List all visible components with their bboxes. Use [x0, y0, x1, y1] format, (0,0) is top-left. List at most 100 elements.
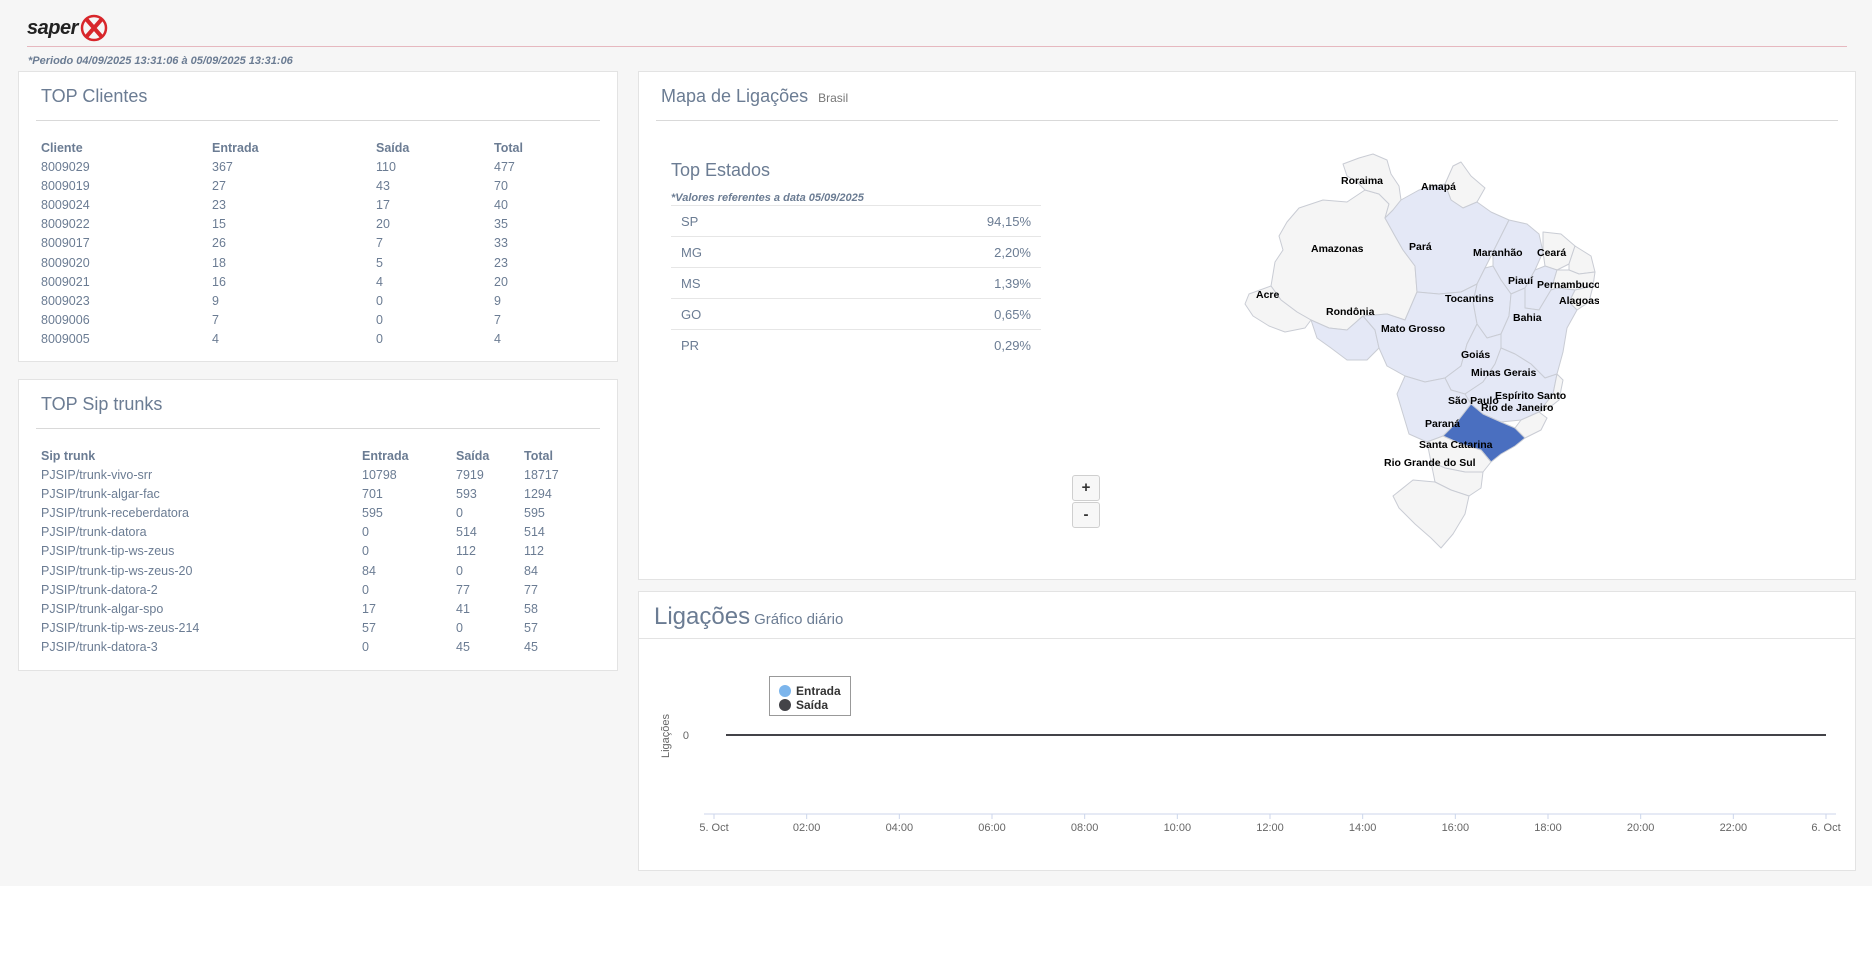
- legend-item-entrada[interactable]: Entrada: [779, 684, 841, 698]
- table-row: 8009020 18 5 23: [36, 253, 556, 272]
- top-clientes-title: TOP Clientes: [41, 86, 148, 106]
- table-cell: 8009019: [41, 178, 90, 193]
- table-cell: 4: [494, 332, 501, 347]
- x-tick-label: 6. Oct: [1811, 822, 1840, 834]
- table-row: PJSIP/trunk-algar-spo 17 41 58: [36, 599, 576, 618]
- table-cell: 23: [494, 255, 508, 270]
- table-cell: 23: [212, 197, 226, 212]
- mapa-subtitle: Brasil: [818, 91, 849, 105]
- table-cell: 84: [524, 563, 538, 578]
- table-cell: 112: [524, 544, 544, 559]
- legend-item-saida[interactable]: Saída: [779, 698, 828, 712]
- table-cell: 8009024: [41, 197, 90, 212]
- col-saida: Saída: [456, 448, 490, 463]
- estado-uf: GO: [681, 307, 702, 322]
- table-cell: PJSIP/trunk-tip-ws-zeus: [41, 544, 175, 559]
- x-tick-label: 08:00: [1071, 822, 1099, 834]
- legend-dot-entrada: [779, 685, 791, 697]
- table-cell: 1294: [524, 486, 552, 501]
- table-cell: 0: [362, 582, 369, 597]
- table-cell: 7: [376, 236, 383, 251]
- top-clientes-panel: TOP Clientes Cliente Entrada Saída Total…: [18, 71, 618, 362]
- map-label-mato-grosso: Mato Grosso: [1381, 323, 1445, 335]
- y-tick-label: 0: [683, 730, 689, 742]
- estado-pct: 0,65%: [994, 307, 1031, 322]
- table-row: PJSIP/trunk-datora 0 514 514: [36, 523, 576, 542]
- col-entrada: Entrada: [212, 140, 259, 155]
- chart-legend: Entrada Saída: [769, 676, 851, 716]
- zoom-out-button[interactable]: -: [1072, 502, 1100, 528]
- table-cell: 0: [456, 505, 463, 520]
- table-cell: 17: [362, 601, 376, 616]
- top-sip-body: PJSIP/trunk-vivo-srr 10798 7919 18717 PJSIP/…: [36, 465, 576, 657]
- map-label-maranhao: Maranhão: [1473, 247, 1523, 259]
- table-cell: 4: [212, 332, 219, 347]
- map-label-parana: Paraná: [1425, 418, 1460, 430]
- table-cell: 43: [376, 178, 390, 193]
- map-label-santa-catarina: Santa Catarina: [1419, 439, 1493, 451]
- legend-dot-saida: [779, 699, 791, 711]
- table-cell: 8009021: [41, 274, 90, 289]
- table-row: 8009023 9 0 9: [36, 291, 556, 310]
- ligacoes-subtitle: Gráfico diário: [754, 611, 844, 628]
- table-cell: 33: [494, 236, 508, 251]
- table-row: PJSIP/trunk-tip-ws-zeus 0 112 112: [36, 542, 576, 561]
- estado-row: GO 0,65%: [671, 298, 1041, 329]
- table-cell: 514: [524, 525, 545, 540]
- logo[interactable]: saper: [27, 12, 109, 44]
- estado-uf: SP: [681, 214, 699, 229]
- table-cell: 701: [362, 486, 383, 501]
- map-label-amapa: Amapá: [1421, 181, 1456, 193]
- table-cell: 8009005: [41, 332, 90, 347]
- map-label-pernambuco: Pernambuco: [1537, 279, 1599, 291]
- map-label-rio-grande-do-sul: Rio Grande do Sul: [1384, 457, 1476, 469]
- table-row: 8009017 26 7 33: [36, 234, 556, 253]
- col-saida: Saída: [376, 140, 410, 155]
- table-header-row: Sip trunk Entrada Saída Total: [36, 446, 576, 465]
- map-label-espirito-santo: Espírito Santo: [1495, 390, 1566, 402]
- x-tick-label: 18:00: [1534, 822, 1562, 834]
- table-cell: PJSIP/trunk-algar-spo: [41, 601, 164, 616]
- table-row: PJSIP/trunk-vivo-srr 10798 7919 18717: [36, 465, 576, 484]
- logo-x-icon: [80, 14, 108, 42]
- table-cell: 0: [456, 621, 463, 636]
- period-text: *Periodo 04/09/2025 13:31:06 à 05/09/202…: [28, 55, 293, 67]
- table-cell: PJSIP/trunk-tip-ws-zeus-20: [41, 563, 193, 578]
- header: saper: [0, 0, 1872, 48]
- top-clientes-table: Cliente Entrada Saída Total 8009029 367 11…: [36, 138, 556, 349]
- table-cell: 7: [212, 313, 219, 328]
- map-label-piaui: Piauí: [1508, 275, 1534, 287]
- table-cell: 0: [376, 313, 383, 328]
- table-row: 8009029 367 110 477: [36, 157, 556, 176]
- table-cell: 77: [456, 582, 470, 597]
- col-sip-trunk: Sip trunk: [41, 448, 96, 463]
- top-sip-table: Sip trunk Entrada Saída Total PJSIP/trun…: [36, 446, 576, 657]
- legend-label-saida: Saída: [796, 698, 829, 712]
- map-label-roraima: Roraima: [1341, 175, 1383, 187]
- top-sip-divider: [36, 428, 600, 429]
- brazil-map[interactable]: Roraima Amapá Amazonas Pará Maranhão Cea…: [1239, 152, 1599, 552]
- table-row: PJSIP/trunk-receberdatora 595 0 595: [36, 503, 576, 522]
- header-divider: [27, 46, 1847, 47]
- estado-pct: 94,15%: [986, 214, 1031, 229]
- table-cell: 77: [524, 582, 538, 597]
- estado-row: MS 1,39%: [671, 267, 1041, 298]
- table-cell: 595: [362, 505, 383, 520]
- map-label-minas-gerais: Minas Gerais: [1471, 367, 1537, 379]
- table-cell: 20: [494, 274, 508, 289]
- table-cell: PJSIP/trunk-vivo-srr: [41, 467, 153, 482]
- x-tick-label: 10:00: [1164, 822, 1192, 834]
- zoom-in-button[interactable]: +: [1072, 475, 1100, 501]
- estado-uf: MS: [681, 276, 701, 291]
- estado-uf: PR: [681, 338, 700, 353]
- ligacoes-title: Ligações Gráfico diário: [654, 603, 843, 631]
- ligacoes-divider: [639, 638, 1855, 639]
- table-cell: 8009006: [41, 313, 90, 328]
- table-cell: 8009029: [41, 159, 90, 174]
- map-label-acre: Acre: [1256, 289, 1280, 301]
- legend-label-entrada: Entrada: [796, 684, 841, 698]
- table-cell: 40: [494, 197, 508, 212]
- table-cell: 27: [212, 178, 226, 193]
- table-cell: 4: [376, 274, 383, 289]
- table-cell: 41: [456, 601, 470, 616]
